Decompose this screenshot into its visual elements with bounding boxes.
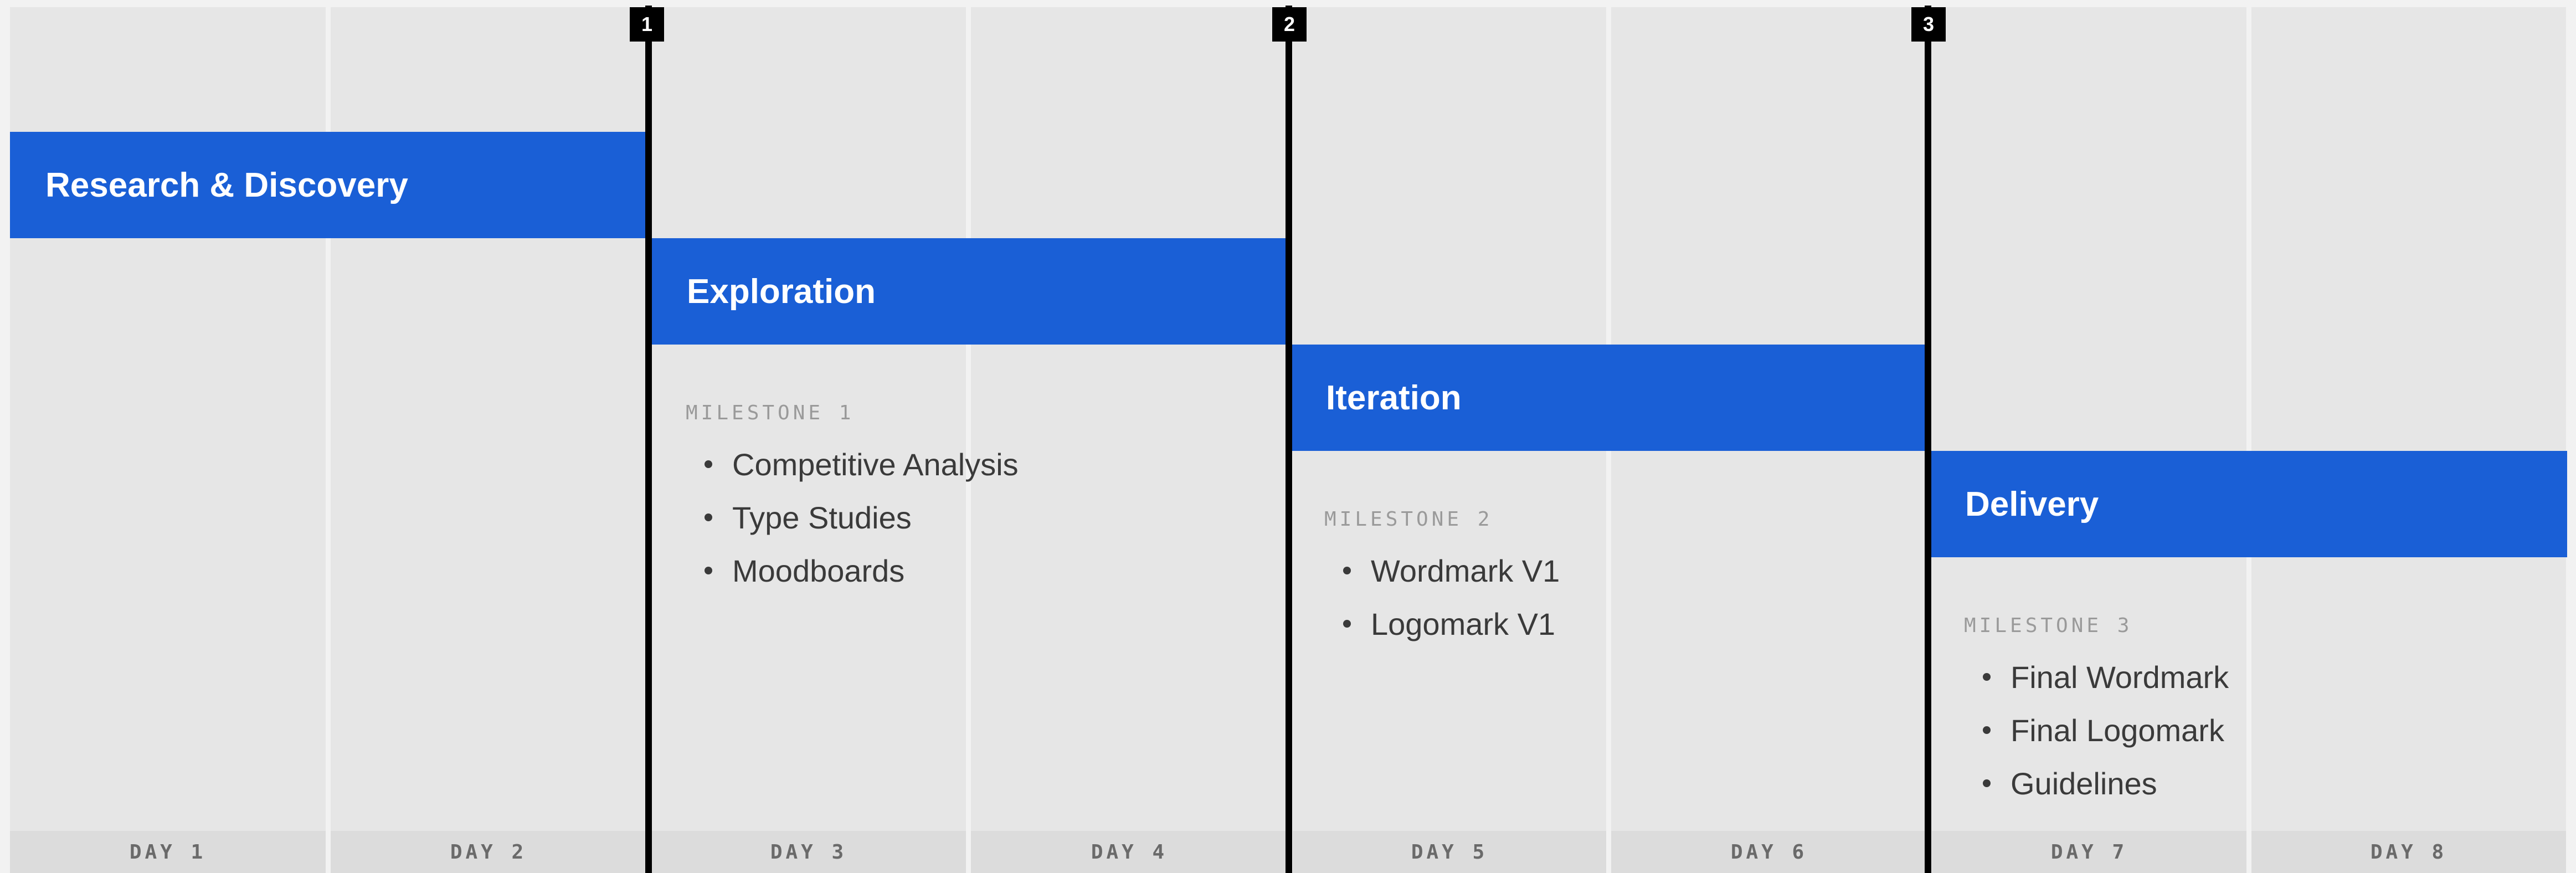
deliverable-label: Type Studies [732,500,912,535]
day-label: DAY 8 [2251,831,2566,873]
day-column-4: DAY 4 [971,7,1288,873]
day-label: DAY 7 [1932,831,2246,873]
phase-label: Research & Discovery [45,166,408,204]
deliverable-label: Guidelines [2011,766,2157,801]
deliverable-label: Final Logomark [2011,712,2224,748]
milestone-number-badge-1: 1 [630,7,664,42]
deliverable-label: Final Wordmark [2011,659,2229,695]
list-item: Logomark V1 [1324,597,1560,650]
bullet-icon [1983,726,1991,734]
phase-label: Delivery [1965,485,2099,523]
milestone-title: MILESTONE 2 [1324,508,1493,531]
list-item: Guidelines [1964,757,2229,810]
bullet-icon [1983,779,1991,787]
milestone-number-badge-2: 2 [1272,7,1307,42]
milestone-number-badge-3: 3 [1911,7,1946,42]
day-label: DAY 5 [1293,831,1606,873]
list-item: Moodboards [686,544,1019,597]
milestone-line-1 [645,6,652,873]
list-item: Final Wordmark [1964,650,2229,703]
phase-label: Iteration [1326,378,1462,417]
milestone-deliverables-list: Wordmark V1 Logomark V1 [1324,544,1560,650]
phase-bar-research-discovery: Research & Discovery [10,132,647,238]
list-item: Wordmark V1 [1324,544,1560,597]
list-item: Type Studies [686,491,1019,544]
bullet-icon [705,460,712,468]
milestone-line-2 [1286,6,1292,873]
day-column-8: DAY 8 [2251,7,2566,873]
deliverable-label: Moodboards [732,553,905,588]
phase-label: Exploration [687,272,876,311]
milestone-title: MILESTONE 3 [1964,614,2133,637]
day-label: DAY 6 [1611,831,1927,873]
milestone-block-3: MILESTONE 3 Final Wordmark Final Logomar… [1964,616,2229,810]
phase-bar-delivery: Delivery [1930,451,2567,557]
milestone-deliverables-list: Competitive Analysis Type Studies Moodbo… [686,438,1019,597]
bullet-icon [1983,673,1991,681]
bullet-icon [1343,567,1351,574]
milestone-block-2: MILESTONE 2 Wordmark V1 Logomark V1 [1324,510,1560,650]
project-timeline: DAY 1 DAY 2 DAY 3 DAY 4 DAY 5 DAY 6 DAY … [0,0,2576,873]
day-label: DAY 3 [651,831,966,873]
deliverable-label: Competitive Analysis [732,446,1019,482]
bullet-icon [1343,620,1351,628]
milestone-block-1: MILESTONE 1 Competitive Analysis Type St… [686,403,1019,597]
deliverable-label: Logomark V1 [1371,606,1556,641]
milestone-line-3 [1925,6,1931,873]
deliverable-label: Wordmark V1 [1371,553,1560,588]
milestone-deliverables-list: Final Wordmark Final Logomark Guidelines [1964,650,2229,810]
phase-bar-exploration: Exploration [651,238,1287,345]
list-item: Final Logomark [1964,703,2229,757]
bullet-icon [705,567,712,574]
phase-bar-iteration: Iteration [1290,345,1925,451]
day-label: DAY 2 [331,831,646,873]
list-item: Competitive Analysis [686,438,1019,491]
day-label: DAY 1 [10,831,326,873]
bullet-icon [705,513,712,521]
day-label: DAY 4 [971,831,1288,873]
milestone-title: MILESTONE 1 [686,402,855,424]
